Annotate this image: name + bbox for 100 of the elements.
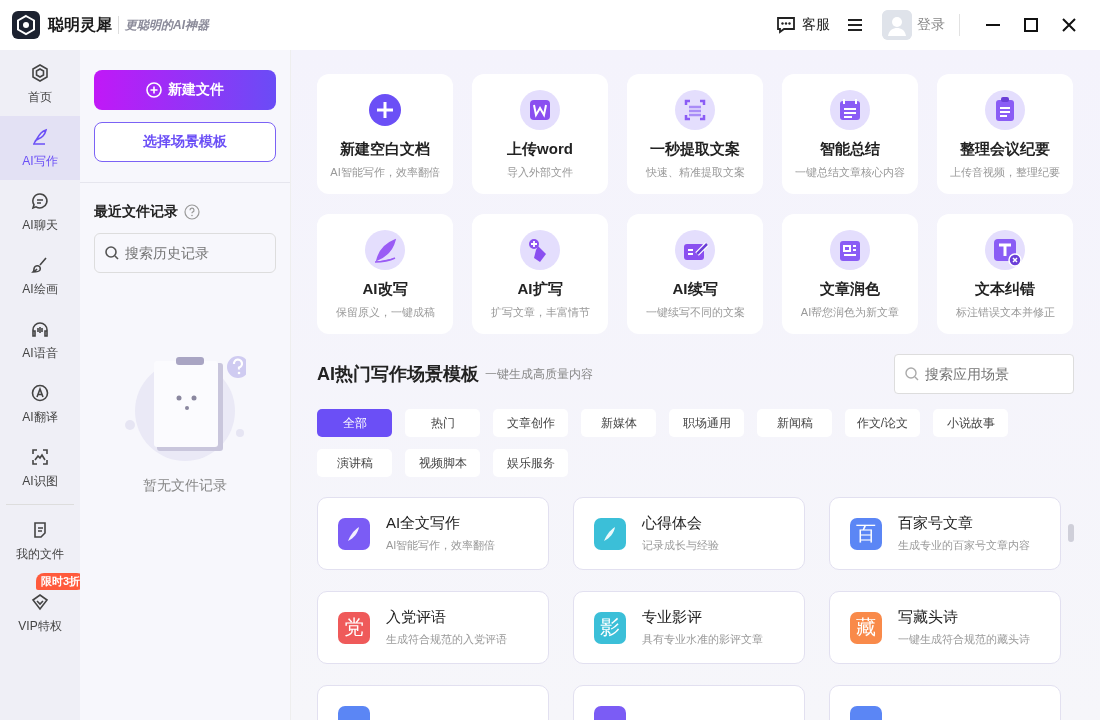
tool-subtitle: 保留原义，一键成稿 [335, 305, 435, 320]
tool-icon [830, 90, 870, 130]
customer-service-button[interactable]: 客服 [775, 14, 830, 36]
tool-subtitle: 扩写文章，丰富情节 [490, 305, 590, 320]
tool-card[interactable]: 文本纠错 标注错误文本并修正 [937, 214, 1073, 334]
tool-title: 整理会议纪要 [960, 140, 1050, 159]
category-tab[interactable]: 作文/论文 [845, 409, 920, 437]
category-tab[interactable]: 娱乐服务 [493, 449, 568, 477]
tool-card[interactable]: AI扩写 扩写文章，丰富情节 [472, 214, 608, 334]
tool-card[interactable]: 文章润色 AI帮您润色为新文章 [782, 214, 918, 334]
tool-title: 文本纠错 [975, 280, 1035, 299]
template-card[interactable]: 党 入党评语 生成符合规范的入党评语 [317, 591, 549, 664]
diamond-icon [30, 592, 50, 612]
login-button[interactable]: 登录 [882, 10, 945, 40]
tool-icon [675, 230, 715, 270]
tool-card[interactable]: 上传word 导入外部文件 [472, 74, 608, 194]
scene-search-field[interactable]: 搜索应用场景 [894, 354, 1074, 394]
scrollbar[interactable] [1068, 524, 1074, 542]
tool-card[interactable]: 整理会议纪要 上传音视频，整理纪要 [937, 74, 1073, 194]
tool-subtitle: 标注错误文本并修正 [955, 305, 1055, 320]
hexagon-icon [30, 62, 50, 83]
nav-item[interactable]: 我的文件 [0, 509, 80, 573]
app-logo-icon [12, 11, 40, 39]
tool-icon [985, 230, 1025, 270]
category-tab[interactable]: 新闻稿 [757, 409, 832, 437]
nav-item[interactable]: AI语音 [0, 308, 80, 372]
category-tab[interactable]: 视频脚本 [405, 449, 480, 477]
template-icon: 影 [594, 611, 626, 644]
category-tab[interactable]: 演讲稿 [317, 449, 392, 477]
feather-icon [30, 126, 50, 147]
template-icon: 藏 [850, 611, 882, 644]
tool-card[interactable]: AI续写 一键续写不同的文案 [627, 214, 763, 334]
template-card[interactable]: AI全文写作 AI智能写作，效率翻倍 [317, 497, 549, 570]
template-description: 记录成长与经验 [642, 538, 719, 553]
template-description: 生成符合规范的入党评语 [386, 632, 507, 647]
tool-card[interactable]: 一秒提取文案 快速、精准提取文案 [627, 74, 763, 194]
nav-item[interactable]: VIP特权 [0, 590, 80, 642]
section-title: AI热门写作场景模板 [317, 363, 479, 386]
choose-template-button[interactable]: 选择场景模板 [94, 122, 276, 162]
template-title: 入党评语 [386, 608, 447, 627]
tool-card[interactable]: AI改写 保留原义，一键成稿 [317, 214, 453, 334]
tool-subtitle: 一键续写不同的文案 [645, 305, 745, 320]
tool-subtitle: 快速、精准提取文案 [645, 165, 745, 180]
template-title: 专业影评 [642, 608, 703, 627]
template-title: 百家号文章 [898, 514, 974, 533]
tool-title: 文章润色 [820, 280, 880, 299]
tool-title: 一秒提取文案 [650, 140, 740, 159]
template-description: 具有专业水准的影评文章 [642, 632, 763, 647]
template-icon: 党 [338, 611, 370, 644]
template-card[interactable]: 藏 写藏头诗 一键生成符合规范的藏头诗 [829, 591, 1061, 664]
help-icon[interactable] [184, 204, 200, 220]
category-tab[interactable]: 文章创作 [493, 409, 568, 437]
chat-bubble-icon [30, 190, 50, 211]
category-tab[interactable]: 小说故事 [933, 409, 1008, 437]
empty-state-text: 暂无文件记录 [143, 477, 227, 495]
template-card[interactable]: 百 百家号文章 生成专业的百家号文章内容 [829, 497, 1061, 570]
nav-item[interactable]: 首页 [0, 52, 80, 116]
template-description: 生成专业的百家号文章内容 [898, 538, 1030, 553]
tool-icon [985, 90, 1025, 130]
tool-icon [365, 230, 405, 270]
template-card[interactable]: 影 专业影评 具有专业水准的影评文章 [573, 591, 805, 664]
template-description: 一键生成符合规范的藏头诗 [898, 632, 1030, 647]
tool-title: AI改写 [362, 280, 408, 299]
nav-item[interactable]: AI写作 [0, 116, 80, 180]
history-search-field[interactable]: 搜索历史记录 [94, 233, 276, 273]
tool-title: 上传word [507, 140, 573, 159]
tool-card[interactable]: 智能总结 一键总结文章核心内容 [782, 74, 918, 194]
app-name: 聪明灵犀 [48, 14, 112, 35]
nav-item[interactable]: AI绘画 [0, 244, 80, 308]
tool-icon [675, 90, 715, 130]
nav-item[interactable]: AI聊天 [0, 180, 80, 244]
recent-files-title: 最近文件记录 [94, 203, 178, 221]
tool-subtitle: AI帮您润色为新文章 [800, 305, 900, 320]
tool-title: 新建空白文档 [340, 140, 430, 159]
tool-icon [520, 230, 560, 270]
category-tab[interactable]: 全部 [317, 409, 392, 437]
tool-subtitle: 导入外部文件 [507, 165, 573, 180]
chat-bubble-icon [775, 14, 797, 36]
tool-title: AI续写 [672, 280, 718, 299]
plus-circle-icon [146, 82, 162, 98]
template-description: AI智能写作，效率翻倍 [386, 538, 496, 553]
template-title: AI全文写作 [386, 514, 462, 533]
image-scan-icon [30, 446, 50, 467]
template-title: 写藏头诗 [898, 608, 959, 627]
category-tab[interactable]: 热门 [405, 409, 480, 437]
category-tab[interactable]: 新媒体 [581, 409, 656, 437]
tool-icon [830, 230, 870, 270]
new-file-button[interactable]: 新建文件 [94, 70, 276, 110]
category-tab[interactable]: 职场通用 [669, 409, 744, 437]
template-card[interactable]: 心得体会 记录成长与经验 [573, 497, 805, 570]
tool-icon [520, 90, 560, 130]
nav-item[interactable]: AI翻译 [0, 372, 80, 436]
tool-subtitle: 一键总结文章核心内容 [795, 165, 905, 180]
section-subtitle: 一键生成高质量内容 [485, 365, 593, 383]
template-title: 心得体会 [642, 514, 703, 533]
template-icon: 百 [850, 517, 882, 550]
tool-card[interactable]: 新建空白文档 AI智能写作，效率翻倍 [317, 74, 453, 194]
tool-title: AI扩写 [517, 280, 563, 299]
tool-title: 智能总结 [820, 140, 880, 159]
nav-item[interactable]: AI识图 [0, 436, 80, 500]
